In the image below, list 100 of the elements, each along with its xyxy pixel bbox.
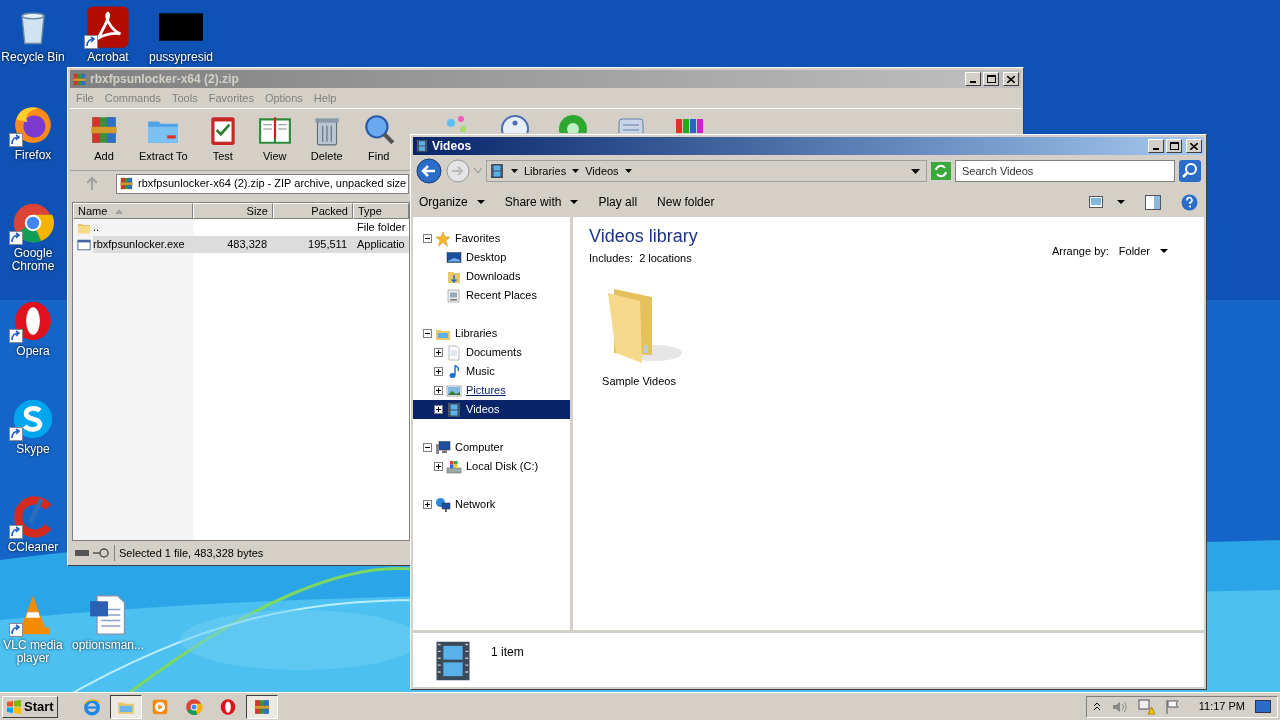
command-button[interactable]: Organize: [419, 193, 485, 211]
clock[interactable]: 11:17 PM: [1198, 698, 1245, 715]
nav-tree-item[interactable]: Recent Places: [413, 286, 570, 305]
search-field[interactable]: Search Videos: [955, 160, 1175, 182]
caret-icon: [570, 200, 579, 204]
expand-icon[interactable]: [433, 367, 443, 376]
arrange-by-dropdown[interactable]: Folder: [1118, 243, 1168, 260]
toolbar-button[interactable]: View: [254, 113, 295, 165]
document-icon: [446, 344, 462, 361]
toolbar-button[interactable]: Add: [84, 113, 124, 165]
nav-tree-item[interactable]: Documents: [413, 343, 570, 362]
minimize-button[interactable]: [965, 72, 981, 86]
nav-tree-item[interactable]: Downloads: [413, 267, 570, 286]
shortcut-arrow-icon: [9, 623, 23, 637]
address-field[interactable]: rbxfpsunlocker-x64 (2).zip - ZIP archive, unpacked size: [116, 173, 409, 194]
desktop-icon-label[interactable]: Recycle Bin: [1, 51, 65, 64]
star-icon: [435, 230, 451, 247]
expand-icon[interactable]: [433, 386, 443, 395]
computer-icon: [435, 439, 451, 456]
archive-app-icon: [119, 176, 134, 191]
info-icon[interactable]: [498, 113, 531, 133]
sort-arrow-icon: [115, 208, 124, 214]
address-field[interactable]: Libraries Videos: [486, 160, 927, 182]
nav-tree-item[interactable]: Computer: [413, 438, 570, 457]
caret-icon[interactable]: [572, 169, 580, 173]
expand-icon[interactable]: [433, 405, 443, 414]
column-header[interactable]: Size: [193, 203, 273, 219]
show-desktop-icon[interactable]: [1255, 699, 1271, 714]
collapse-icon[interactable]: [422, 443, 432, 452]
desktop-icon-label[interactable]: Google Chrome: [0, 247, 66, 273]
preview-pane-icon[interactable]: [1145, 194, 1161, 210]
item-count: 1 item: [491, 644, 524, 661]
nav-tree-item[interactable]: Desktop: [413, 248, 570, 267]
nav-tree-item[interactable]: Libraries: [413, 324, 570, 343]
packed-size: 195,511: [307, 237, 348, 253]
back-button[interactable]: [416, 158, 442, 184]
nav-tree-item[interactable]: Videos: [413, 400, 570, 419]
command-button[interactable]: New folder: [657, 193, 715, 211]
books-icon: [252, 697, 271, 716]
close-button[interactable]: [1186, 139, 1202, 153]
breadcrumb-item[interactable]: Libraries: [524, 162, 567, 180]
monitor-icon: [446, 249, 462, 266]
toolbar-button[interactable]: Test: [202, 113, 243, 165]
caret-icon: [1160, 249, 1168, 254]
nav-tree-item[interactable]: Network: [413, 495, 570, 514]
taskbar-button[interactable]: [245, 694, 278, 719]
column-header[interactable]: Name: [73, 203, 193, 219]
start-button[interactable]: Start: [2, 695, 58, 718]
chevron-up-icon[interactable]: [1092, 701, 1101, 712]
breadcrumb-item[interactable]: Videos: [585, 162, 619, 180]
taskbar-button[interactable]: [109, 694, 142, 719]
expand-icon[interactable]: [422, 500, 432, 509]
command-button[interactable]: Play all: [598, 193, 638, 211]
refresh-button[interactable]: [931, 162, 951, 180]
window-title: Videos: [432, 138, 473, 155]
close-button[interactable]: [1003, 72, 1019, 86]
caret-icon[interactable]: [624, 169, 632, 173]
shortcut-arrow-icon: [9, 525, 23, 539]
caret-icon: [476, 200, 485, 204]
library-includes: Includes: 2 locations: [589, 251, 693, 266]
file-row[interactable]: .. File folder: [73, 219, 409, 236]
toolbar-button[interactable]: Find: [358, 113, 399, 165]
minimize-button[interactable]: [1148, 139, 1164, 153]
toolbar-button[interactable]: Delete: [306, 113, 347, 165]
maximize-button[interactable]: [983, 72, 999, 86]
file-size: 483,328: [226, 237, 268, 253]
desktop-icon-label[interactable]: pussypresid: [149, 51, 213, 64]
desktop-icon-label[interactable]: CCleaner: [7, 541, 59, 554]
shortcut-arrow-icon: [9, 133, 23, 147]
view-icon[interactable]: [1089, 196, 1103, 208]
expand-icon[interactable]: [433, 462, 443, 471]
folder-label[interactable]: Sample Videos: [602, 372, 676, 389]
nav-tree-item[interactable]: Pictures: [413, 381, 570, 400]
command-button[interactable]: Share with: [504, 193, 579, 211]
nav-tree-item[interactable]: Favorites: [413, 229, 570, 248]
collapse-icon[interactable]: [422, 234, 432, 243]
caret-icon[interactable]: [1117, 200, 1125, 204]
column-header[interactable]: Type: [353, 203, 409, 219]
collapse-icon[interactable]: [422, 329, 432, 338]
caret-icon[interactable]: [511, 169, 518, 173]
help-icon[interactable]: [1181, 193, 1198, 211]
dropdown-caret-icon[interactable]: [911, 168, 920, 174]
file-type: File folder: [356, 220, 407, 236]
search-icon[interactable]: [1179, 160, 1201, 182]
window-title: rbxfpsunlocker-x64 (2).zip: [90, 71, 240, 88]
expand-icon[interactable]: [433, 348, 443, 357]
network-warning-icon[interactable]: [1136, 698, 1155, 715]
toolbar-button[interactable]: Extract To: [136, 113, 191, 165]
desktop-icon-label[interactable]: Opera: [16, 345, 50, 358]
globe-monitor-icon: [435, 496, 451, 513]
desktop-icon-label[interactable]: Firefox: [14, 149, 52, 162]
archive-app-icon: [72, 71, 87, 87]
desktop-icon-label[interactable]: Acrobat: [87, 51, 129, 64]
desktop-icon-label[interactable]: Skype: [16, 443, 50, 456]
flag-icon[interactable]: [1164, 698, 1181, 715]
nav-tree-item[interactable]: Local Disk (C:): [413, 457, 570, 476]
maximize-button[interactable]: [1166, 139, 1182, 153]
nav-tree-item[interactable]: Music: [413, 362, 570, 381]
column-header[interactable]: Packed: [273, 203, 353, 219]
arrange-by-label: Arrange by:: [1051, 244, 1109, 259]
